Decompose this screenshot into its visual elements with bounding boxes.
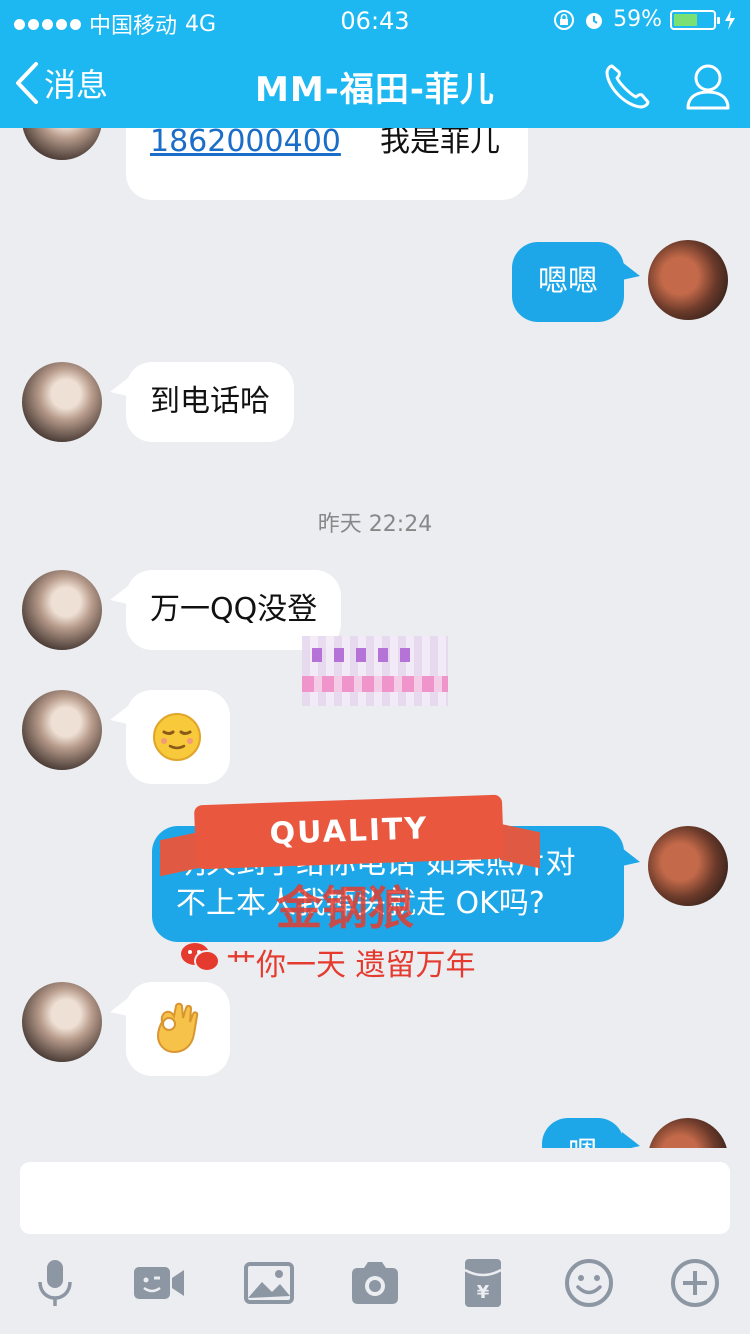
charging-icon [725, 9, 735, 30]
message-bubble-incoming[interactable] [126, 982, 230, 1076]
input-toolbar: ¥ [0, 1256, 750, 1316]
microphone-icon[interactable] [28, 1256, 82, 1310]
user-avatar[interactable] [648, 240, 728, 320]
camera-icon[interactable] [348, 1256, 402, 1310]
message-bubble-incoming[interactable]: 到电话哈 [126, 362, 294, 442]
message-text: 嗯嗯 [538, 264, 598, 299]
svg-text:¥: ¥ [477, 1282, 490, 1303]
status-right: 59% [553, 7, 736, 32]
message-bubble-outgoing[interactable]: 嗯嗯 [512, 242, 624, 322]
contact-avatar[interactable] [22, 690, 102, 770]
message-input[interactable] [20, 1162, 730, 1234]
phone-icon[interactable] [600, 58, 656, 114]
contact-avatar[interactable] [22, 128, 102, 160]
message-text: 到电话哈 [150, 384, 270, 419]
battery-percent: 59% [613, 7, 662, 32]
video-icon[interactable] [132, 1256, 186, 1310]
red-packet-icon[interactable]: ¥ [456, 1256, 510, 1310]
message-timestamp: 昨天 22:24 [317, 512, 433, 537]
ok-hand-emoji [156, 1002, 199, 1054]
profile-icon[interactable] [680, 58, 736, 114]
message-text: 我是菲儿 [380, 128, 500, 159]
wechat-icon [181, 943, 220, 972]
image-icon[interactable] [242, 1256, 296, 1310]
status-bar: 中国移动 4G 06:43 59% [0, 0, 750, 40]
message-text: 万一QQ没登 [150, 592, 318, 627]
message-bubble-incoming[interactable] [126, 690, 230, 784]
alarm-icon [586, 12, 603, 29]
watermark-ribbon: QUALITY [193, 794, 505, 870]
bubble-tail [622, 262, 640, 280]
add-icon[interactable] [668, 1256, 722, 1310]
message-text: 嗯 [568, 1136, 598, 1148]
contact-avatar[interactable] [22, 362, 102, 442]
watermark-main: 金钢狼 [276, 881, 414, 935]
contact-avatar[interactable] [22, 982, 102, 1062]
chat-area[interactable]: 1862000400 我是菲儿 嗯嗯 到电话哈 昨天 22:24 万一QQ没登 … [0, 128, 750, 1148]
message-bubble-incoming[interactable]: 1862000400 我是菲儿 [126, 128, 528, 200]
watermark-subtitle: 艹你一天 遗留万年 [226, 948, 476, 983]
nav-bar: 消息 MM-福田-菲儿 [0, 40, 750, 128]
rotation-lock-icon [554, 9, 575, 30]
emoji-icon[interactable] [562, 1256, 616, 1310]
bubble-tail [622, 1132, 640, 1148]
user-avatar[interactable] [648, 826, 728, 906]
bubble-tail [622, 848, 640, 866]
relieved-face-emoji [153, 713, 201, 761]
message-bubble-outgoing[interactable]: 嗯 [542, 1118, 624, 1148]
contact-avatar[interactable] [22, 570, 102, 650]
phone-number-link[interactable]: 1862000400 [150, 128, 341, 162]
user-avatar[interactable] [648, 1118, 728, 1148]
input-area: ¥ [0, 1148, 750, 1334]
pixelated-watermark [302, 636, 448, 706]
battery-icon [670, 9, 720, 30]
top-bar: 中国移动 4G 06:43 59% 消息 MM-福田-菲儿 [0, 0, 750, 128]
